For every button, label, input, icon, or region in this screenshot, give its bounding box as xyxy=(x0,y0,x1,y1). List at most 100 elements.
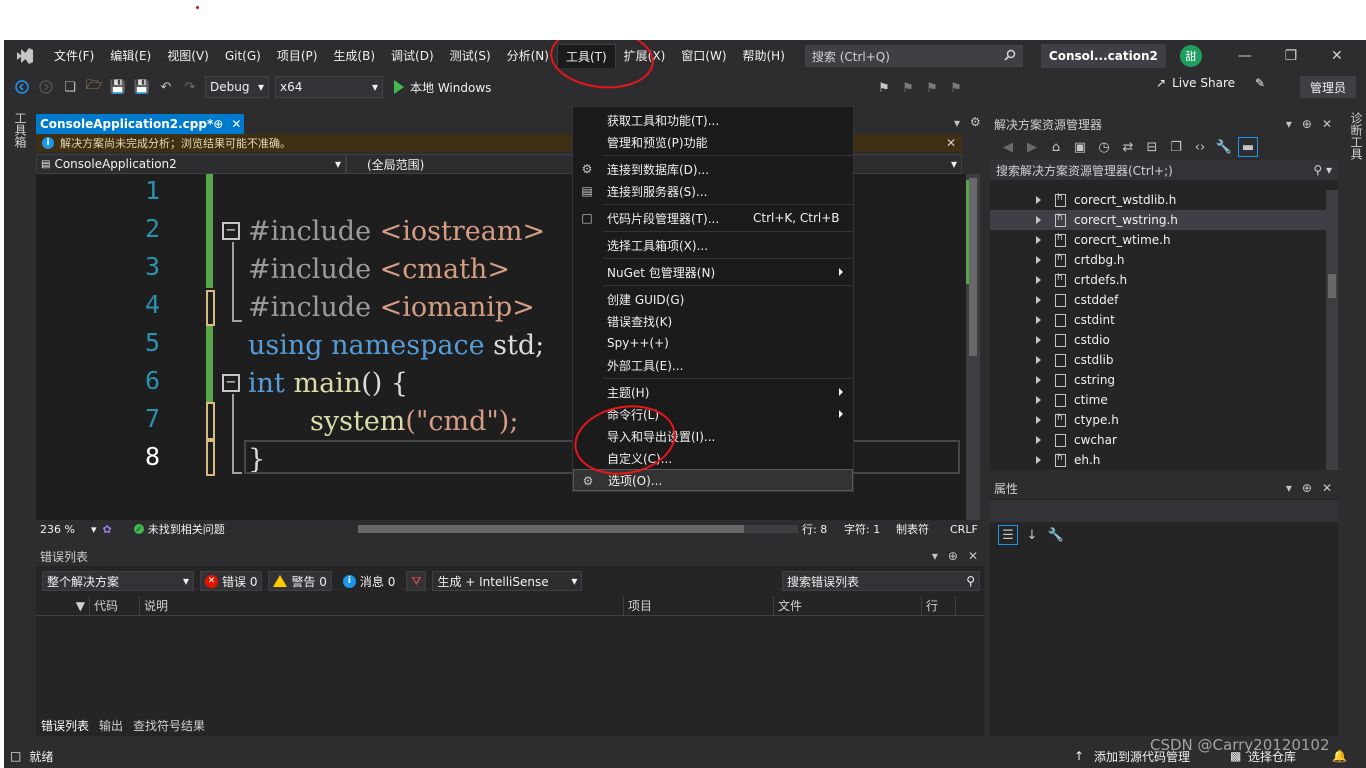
column-sort-icon[interactable]: ▼ xyxy=(36,596,90,616)
close-icon[interactable]: ✕ xyxy=(968,549,978,563)
tree-item[interactable]: cstdio xyxy=(990,330,1326,350)
copilot-icon[interactable]: ✿ xyxy=(102,523,111,536)
wrench-icon[interactable]: 🔧 xyxy=(1046,525,1066,545)
gear-icon[interactable]: ⚙ xyxy=(970,115,981,129)
expand-arrow-icon[interactable] xyxy=(1036,376,1041,384)
pin-icon[interactable]: ⊕ xyxy=(1302,481,1312,495)
chevron-down-icon[interactable]: ▾ xyxy=(1286,481,1292,495)
expand-arrow-icon[interactable] xyxy=(1036,416,1041,424)
tools-menu-item[interactable]: ▤ 连接到服务器(S)... xyxy=(573,180,853,202)
tree-item[interactable]: corecrt_wstdlib.h xyxy=(990,190,1326,210)
expand-arrow-icon[interactable] xyxy=(1036,396,1041,404)
tree-item[interactable]: cstring xyxy=(990,370,1326,390)
live-share-button[interactable]: ↗ Live Share ✎ xyxy=(1156,76,1265,90)
tree-item[interactable]: ctype.h xyxy=(990,410,1326,430)
warnings-filter-button[interactable]: 警告 0 xyxy=(268,571,332,591)
close-icon[interactable]: ✕ xyxy=(1314,40,1360,72)
scroll-thumb[interactable] xyxy=(1328,274,1336,298)
menu-item[interactable]: 编辑(E) xyxy=(102,44,159,68)
column-header[interactable]: 项目 xyxy=(624,596,774,616)
wrench-icon[interactable]: 🔧 xyxy=(1214,137,1234,157)
forward-icon[interactable] xyxy=(36,77,56,97)
solution-search-input[interactable]: 搜索解决方案资源管理器(Ctrl+;) ⚲ ▾ xyxy=(990,160,1338,180)
pin-icon[interactable]: ⊕ xyxy=(948,549,958,563)
menu-item[interactable]: 调试(D) xyxy=(383,44,442,68)
column-header[interactable]: 说明 xyxy=(140,596,624,616)
expand-arrow-icon[interactable] xyxy=(1036,316,1041,324)
undo-icon[interactable]: ↶ xyxy=(156,77,176,97)
tree-item[interactable]: cstdint xyxy=(990,310,1326,330)
forward-icon[interactable]: ▶ xyxy=(1022,137,1042,157)
scroll-thumb[interactable] xyxy=(969,178,977,356)
line-ending[interactable]: CRLF xyxy=(950,523,978,536)
tools-menu-item[interactable]: ⚙ 连接到数据库(D)... xyxy=(573,158,853,180)
menu-item[interactable]: 视图(V) xyxy=(159,44,217,68)
build-filter-select[interactable]: 生成 + IntelliSense ▾ xyxy=(432,571,583,591)
restore-icon[interactable]: ❐ xyxy=(1268,40,1314,72)
expand-arrow-icon[interactable] xyxy=(1036,456,1041,464)
tree-item[interactable]: ctime xyxy=(990,390,1326,410)
bookmark-icon[interactable]: ⚑ xyxy=(874,78,894,98)
expand-arrow-icon[interactable] xyxy=(1036,276,1041,284)
back-icon[interactable]: ◀ xyxy=(998,137,1018,157)
show-all-files-icon[interactable]: ❐ xyxy=(1166,137,1186,157)
close-info-icon[interactable]: ✕ xyxy=(946,136,956,150)
error-scope-select[interactable]: 整个解决方案 ▾ xyxy=(42,571,194,591)
tree-item[interactable]: corecrt_wstring.h xyxy=(990,210,1326,230)
chevron-down-icon[interactable]: ▾ xyxy=(91,523,97,536)
tree-item[interactable]: eh.h xyxy=(990,450,1326,470)
collapse-icon[interactable]: − xyxy=(222,374,240,392)
tab-consoleapplication2-cpp[interactable]: ConsoleApplication2.cpp* ⊕ ✕ xyxy=(36,114,244,134)
editor-vertical-scrollbar[interactable] xyxy=(966,174,980,520)
close-icon[interactable]: ✕ xyxy=(1322,481,1332,495)
collapse-all-icon[interactable]: ⊟ xyxy=(1142,137,1162,157)
expand-arrow-icon[interactable] xyxy=(1036,256,1041,264)
back-icon[interactable] xyxy=(12,77,32,97)
toolbox-label[interactable]: 工具箱 xyxy=(12,112,29,148)
diagnostics-strip[interactable]: 诊断工具 xyxy=(1340,106,1366,746)
tools-menu-item[interactable]: Spy++(+) xyxy=(573,332,853,354)
chevron-down-icon[interactable]: ▾ xyxy=(932,549,938,563)
toolbox-strip[interactable]: 工具箱 xyxy=(4,106,32,746)
tools-menu-item[interactable]: 主题(H) xyxy=(573,381,853,403)
zoom-level[interactable]: 236 % xyxy=(40,523,75,536)
tab-error-list[interactable]: 错误列表 xyxy=(36,716,95,736)
expand-arrow-icon[interactable] xyxy=(1036,356,1041,364)
collapse-icon[interactable]: − xyxy=(222,222,240,240)
tools-menu-item[interactable]: 获取工具和功能(T)... xyxy=(573,109,853,131)
feedback-icon[interactable]: ✎ xyxy=(1255,76,1265,90)
tree-item[interactable]: crtdefs.h xyxy=(990,270,1326,290)
tab-find-symbol-results[interactable]: 查找符号结果 xyxy=(128,716,210,736)
new-project-icon[interactable]: ❏ xyxy=(60,77,80,97)
tools-menu-item[interactable]: □ 代码片段管理器(T)... Ctrl+K, Ctrl+B xyxy=(573,207,853,229)
menu-item[interactable]: 项目(P) xyxy=(269,44,326,68)
tab-overflow-icon[interactable]: ▾ xyxy=(954,116,960,130)
expand-arrow-icon[interactable] xyxy=(1036,216,1041,224)
global-search-input[interactable]: 搜索 (Ctrl+Q) xyxy=(804,45,1023,67)
configuration-select[interactable]: Debug ▾ xyxy=(205,76,269,98)
bookmark-next-icon[interactable]: ⚑ xyxy=(922,78,942,98)
chevron-down-icon[interactable]: ▾ xyxy=(1286,117,1292,131)
avatar[interactable]: 甜 xyxy=(1179,45,1202,67)
menu-item[interactable]: 测试(S) xyxy=(442,44,499,68)
close-icon[interactable]: ✕ xyxy=(1322,117,1332,131)
tools-menu-item[interactable]: 选择工具箱项(X)... xyxy=(573,234,853,256)
platform-select[interactable]: x64 ▾ xyxy=(275,76,383,98)
tree-item[interactable]: crtdbg.h xyxy=(990,250,1326,270)
tree-item[interactable]: cstdlib xyxy=(990,350,1326,370)
close-tab-icon[interactable]: ✕ xyxy=(231,117,241,131)
menu-item[interactable]: 文件(F) xyxy=(46,44,102,68)
project-scope-select[interactable]: ▤ ConsoleApplication2 ▾ xyxy=(36,154,346,174)
scroll-thumb[interactable] xyxy=(358,525,744,533)
tools-menu-item[interactable]: NuGet 包管理器(N) xyxy=(573,261,853,283)
menu-item[interactable]: Git(G) xyxy=(217,44,269,68)
column-header[interactable]: 行 xyxy=(922,596,956,616)
pin-icon[interactable]: ⊕ xyxy=(213,117,223,131)
errors-filter-button[interactable]: ✕ 错误 0 xyxy=(200,571,263,591)
minimize-icon[interactable]: — xyxy=(1222,40,1268,72)
column-header[interactable]: 文件 xyxy=(774,596,922,616)
alphabetical-icon[interactable]: ↓ xyxy=(1022,525,1042,545)
property-object-select[interactable] xyxy=(990,500,1338,522)
pending-changes-icon[interactable]: ◷ xyxy=(1094,137,1114,157)
column-header[interactable]: 代码 xyxy=(90,596,140,616)
